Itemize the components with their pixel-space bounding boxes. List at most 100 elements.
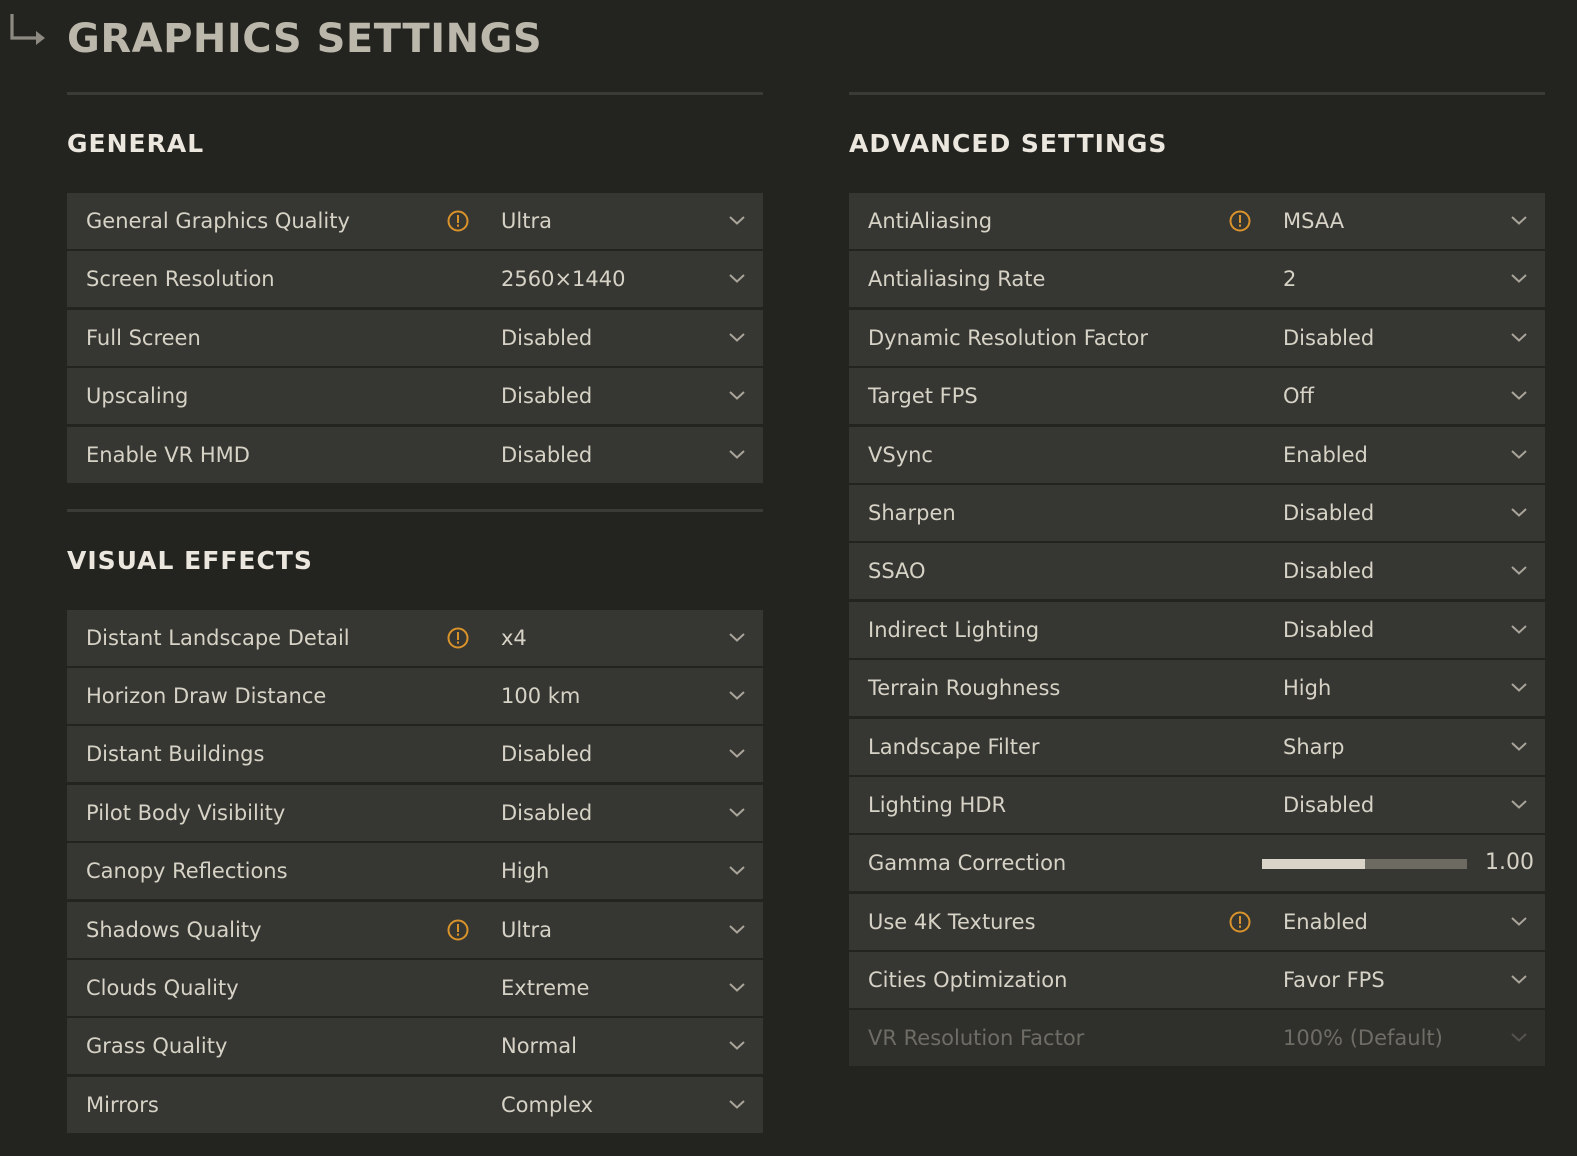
setting-label: Mirrors: [86, 1092, 159, 1117]
setting-label: Distant Buildings: [86, 742, 265, 767]
chevron-down-icon[interactable]: [1510, 448, 1528, 460]
chevron-down-icon[interactable]: [728, 1039, 746, 1051]
chevron-down-icon[interactable]: [728, 389, 746, 401]
setting-row-use-4k-textures[interactable]: Use 4K Textures Enabled: [849, 893, 1545, 950]
chevron-down-icon[interactable]: [728, 448, 746, 460]
setting-label: VR Resolution Factor: [868, 1026, 1085, 1051]
setting-row-target-fps[interactable]: Target FPS Off: [849, 368, 1545, 425]
setting-row-distant-buildings[interactable]: Distant Buildings Disabled: [67, 726, 763, 783]
setting-row-distant-landscape-detail[interactable]: Distant Landscape Detail x4: [67, 609, 763, 666]
setting-row-general-graphics-quality[interactable]: General Graphics Quality Ultra: [67, 193, 763, 249]
chevron-down-icon[interactable]: [1510, 214, 1528, 226]
chevron-down-icon[interactable]: [1510, 915, 1528, 927]
chevron-down-icon[interactable]: [728, 214, 746, 226]
setting-value: Enabled: [1283, 442, 1368, 467]
chevron-down-icon[interactable]: [728, 272, 746, 284]
chevron-down-icon[interactable]: [728, 981, 746, 993]
setting-label: Grass Quality: [86, 1034, 228, 1059]
setting-label: General Graphics Quality: [86, 209, 350, 233]
setting-label: VSync: [868, 442, 933, 467]
chevron-down-icon[interactable]: [728, 806, 746, 818]
setting-row-sharpen[interactable]: Sharpen Disabled: [849, 484, 1545, 541]
setting-value: Ultra: [501, 209, 552, 233]
chevron-down-icon[interactable]: [1510, 331, 1528, 343]
setting-label: AntiAliasing: [868, 209, 993, 233]
chevron-down-icon[interactable]: [728, 923, 746, 935]
setting-label: Antialiasing Rate: [868, 267, 1046, 292]
setting-row-grass-quality[interactable]: Grass Quality Normal: [67, 1018, 763, 1075]
setting-value: x4: [501, 625, 527, 650]
chevron-down-icon[interactable]: [1510, 973, 1528, 985]
setting-row-antialiasing-rate[interactable]: Antialiasing Rate 2: [849, 251, 1545, 308]
warning-icon[interactable]: [447, 210, 469, 232]
setting-value: Disabled: [501, 742, 593, 767]
setting-row-pilot-body-visibility[interactable]: Pilot Body Visibility Disabled: [67, 784, 763, 841]
chevron-down-icon[interactable]: [1510, 389, 1528, 401]
return-arrow-icon[interactable]: [8, 12, 50, 50]
chevron-down-icon[interactable]: [728, 631, 746, 643]
setting-row-dynamic-resolution-factor[interactable]: Dynamic Resolution Factor Disabled: [849, 309, 1545, 366]
warning-icon[interactable]: [1229, 210, 1251, 232]
setting-row-clouds-quality[interactable]: Clouds Quality Extreme: [67, 959, 763, 1016]
setting-row-antialiasing[interactable]: AntiAliasing MSAA: [849, 193, 1545, 249]
chevron-down-icon[interactable]: [728, 864, 746, 876]
setting-label: Target FPS: [868, 384, 978, 409]
chevron-down-icon: [1511, 1033, 1527, 1043]
setting-value: Disabled: [501, 325, 593, 350]
chevron-down-icon[interactable]: [728, 331, 746, 343]
setting-row-mirrors[interactable]: Mirrors Complex: [67, 1076, 763, 1133]
section-divider: [849, 92, 1545, 95]
slider-value: 1.00: [1485, 850, 1534, 876]
chevron-down-icon[interactable]: [1510, 272, 1528, 284]
setting-row-gamma-correction[interactable]: Gamma Correction 1.00: [849, 835, 1545, 892]
setting-label: Clouds Quality: [86, 975, 239, 1000]
warning-icon[interactable]: [1229, 911, 1251, 933]
gamma-slider[interactable]: [1262, 859, 1467, 870]
setting-label: Screen Resolution: [86, 267, 275, 292]
chevron-down-icon[interactable]: [728, 747, 746, 759]
setting-label: Enable VR HMD: [86, 442, 250, 467]
setting-row-lighting-hdr[interactable]: Lighting HDR Disabled: [849, 776, 1545, 833]
setting-value: Disabled: [1283, 792, 1375, 817]
setting-row-horizon-draw-distance[interactable]: Horizon Draw Distance 100 km: [67, 667, 763, 724]
setting-value: Disabled: [1283, 559, 1375, 584]
chevron-down-icon[interactable]: [1510, 506, 1528, 518]
chevron-down-icon[interactable]: [1510, 623, 1528, 635]
setting-value: Disabled: [1283, 617, 1375, 642]
setting-row-upscaling[interactable]: Upscaling Disabled: [67, 368, 763, 425]
setting-label: Upscaling: [86, 384, 189, 409]
setting-row-indirect-lighting[interactable]: Indirect Lighting Disabled: [849, 601, 1545, 658]
setting-label: Canopy Reflections: [86, 859, 288, 884]
warning-icon[interactable]: [447, 627, 469, 649]
setting-value: 2: [1283, 267, 1297, 292]
setting-row-shadows-quality[interactable]: Shadows Quality Ultra: [67, 901, 763, 958]
setting-row-screen-resolution[interactable]: Screen Resolution 2560×1440: [67, 251, 763, 308]
setting-label: Horizon Draw Distance: [86, 683, 327, 708]
right-column: ADVANCED SETTINGS AntiAliasing MSAA Antial…: [849, 92, 1545, 1069]
section-title-general: GENERAL: [67, 129, 205, 158]
setting-label: Sharpen: [868, 500, 956, 525]
setting-row-enable-vr-hmd[interactable]: Enable VR HMD Disabled: [67, 426, 763, 483]
chevron-down-icon[interactable]: [1510, 798, 1528, 810]
page-title: GRAPHICS SETTINGS: [67, 16, 543, 62]
advanced-settings-list: AntiAliasing MSAA Antialiasing Rate 2 Dynami…: [849, 193, 1545, 1067]
setting-value: Disabled: [501, 384, 593, 409]
setting-row-ssao[interactable]: SSAO Disabled: [849, 543, 1545, 600]
general-settings-list: General Graphics Quality Ultra Screen Reso…: [67, 193, 763, 483]
chevron-down-icon[interactable]: [1510, 740, 1528, 752]
chevron-down-icon[interactable]: [1510, 564, 1528, 576]
chevron-down-icon[interactable]: [728, 689, 746, 701]
setting-label: Dynamic Resolution Factor: [868, 325, 1148, 350]
chevron-down-icon[interactable]: [1510, 681, 1528, 693]
setting-row-canopy-reflections[interactable]: Canopy Reflections High: [67, 843, 763, 900]
setting-label: Shadows Quality: [86, 917, 262, 942]
setting-row-full-screen[interactable]: Full Screen Disabled: [67, 309, 763, 366]
setting-row-landscape-filter[interactable]: Landscape Filter Sharp: [849, 718, 1545, 775]
setting-value: High: [1283, 676, 1332, 701]
warning-icon[interactable]: [447, 919, 469, 941]
setting-row-vsync[interactable]: VSync Enabled: [849, 426, 1545, 483]
setting-row-terrain-roughness[interactable]: Terrain Roughness High: [849, 660, 1545, 717]
setting-value: 2560×1440: [501, 267, 626, 292]
chevron-down-icon[interactable]: [728, 1098, 746, 1110]
setting-row-cities-optimization[interactable]: Cities Optimization Favor FPS: [849, 952, 1545, 1009]
